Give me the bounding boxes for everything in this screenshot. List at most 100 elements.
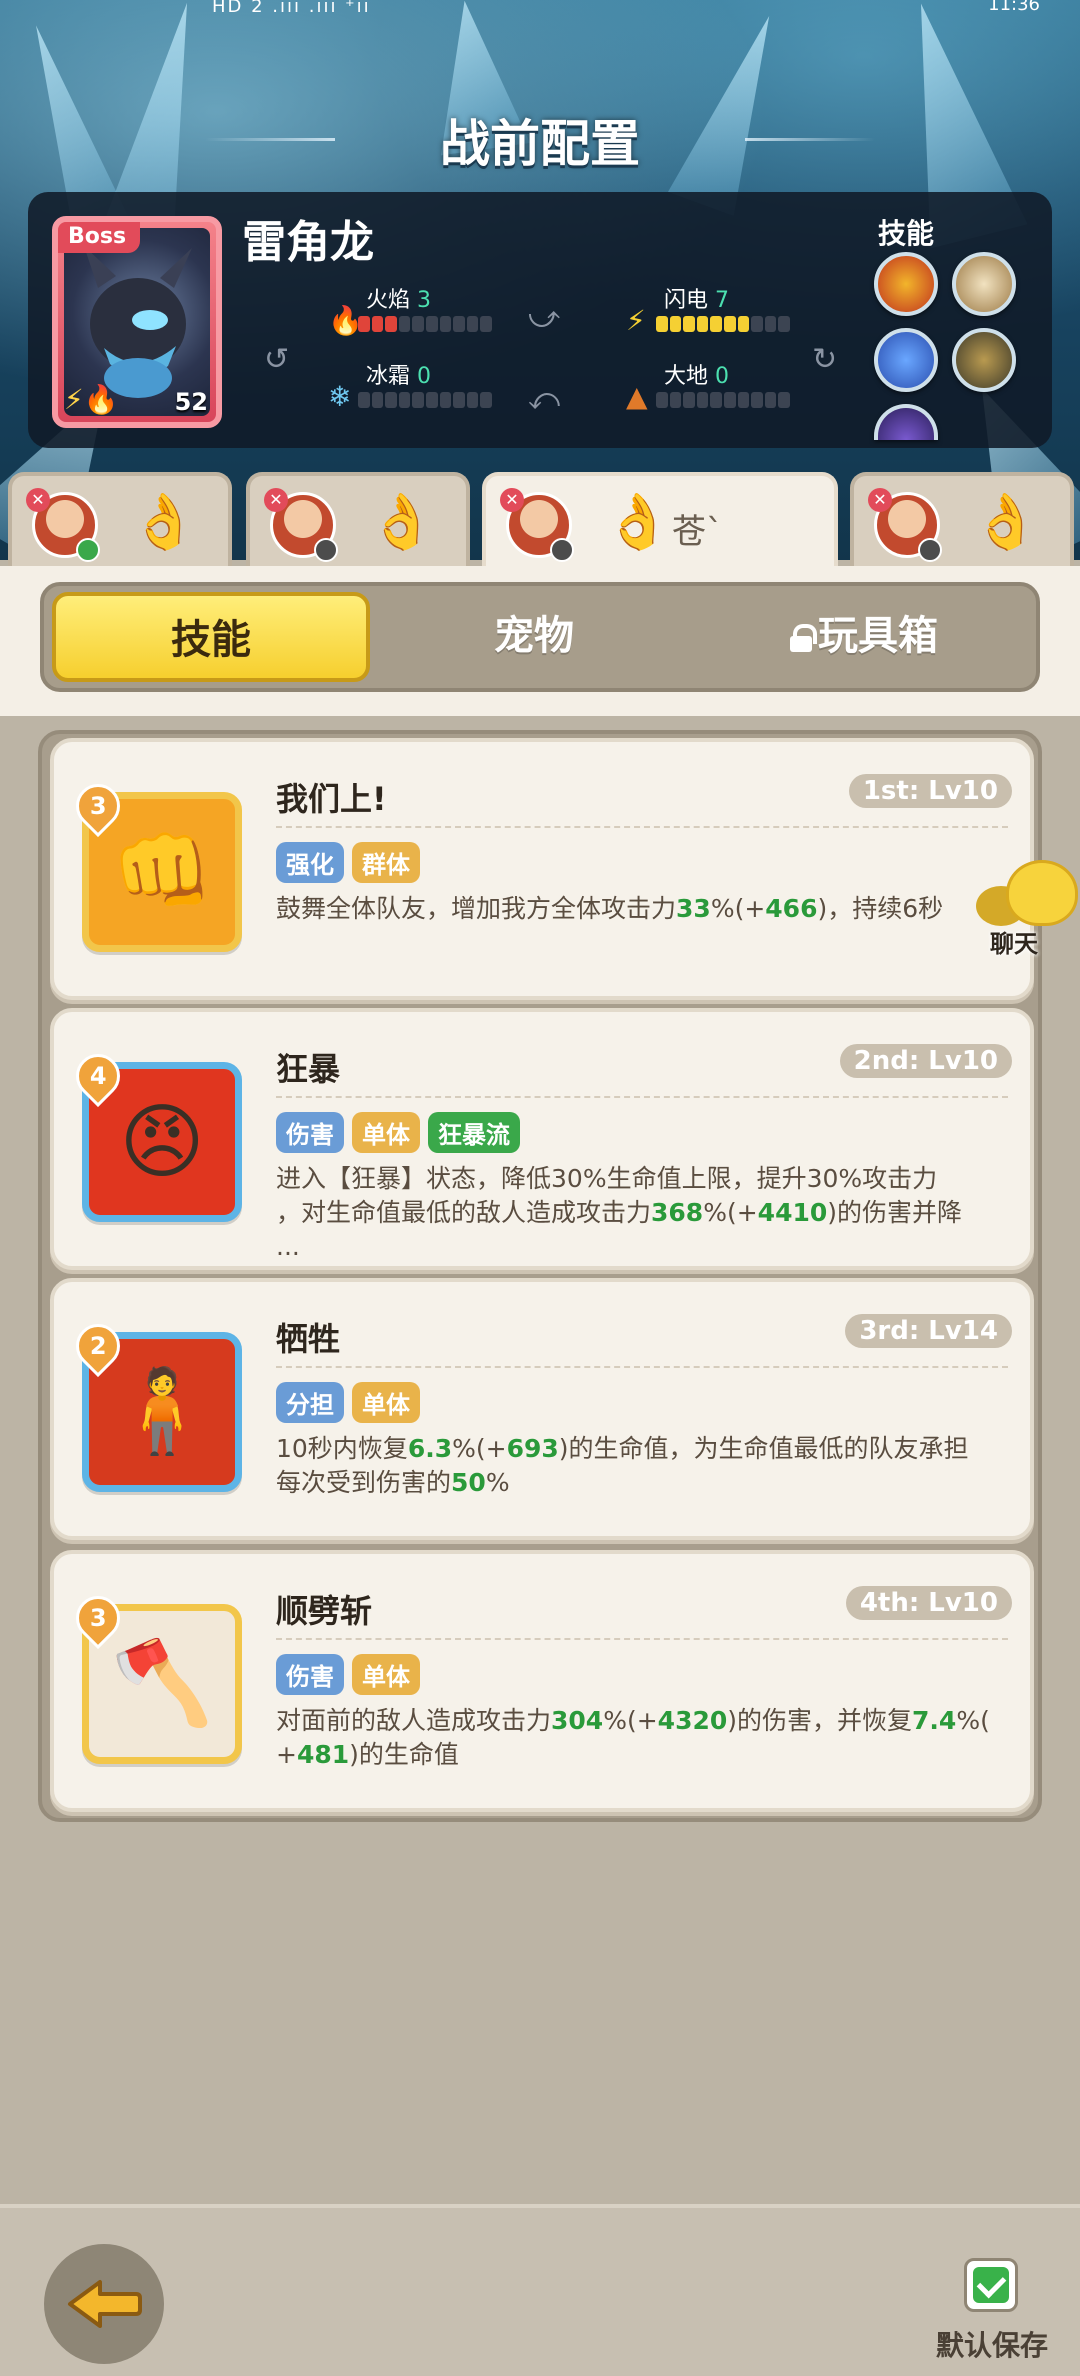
back-arrow-icon (68, 2280, 142, 2328)
cycle-arrow-icon: ↺ (264, 342, 290, 377)
remove-hero-icon[interactable]: ✕ (264, 488, 288, 512)
skill-tags: 伤害 单体 狂暴流 (276, 1112, 520, 1153)
stat-bar-segment (453, 316, 465, 332)
skill-tag: 群体 (352, 842, 420, 883)
skill-tag: 单体 (352, 1112, 420, 1153)
stat-lightning-bar (656, 316, 790, 332)
tab-pets[interactable]: 宠物 (384, 586, 684, 688)
skill-desc-part: 鼓舞全体队友，增加我方全体攻击力 (276, 894, 677, 923)
skill-desc-part: 6.3 (407, 1434, 453, 1463)
skill-desc-part: 466 (765, 894, 818, 923)
stat-bar-segment (710, 392, 722, 408)
remove-hero-icon[interactable]: ✕ (868, 488, 892, 512)
skill-tags: 强化 群体 (276, 842, 420, 883)
skill-card[interactable]: 😠 4 狂暴 2nd: Lv10 伤害 单体 狂暴流 进入【狂暴】状态，降低30%生… (50, 1008, 1034, 1270)
skill-desc-part: 693 (506, 1434, 559, 1463)
skill-desc-part: %(+ (710, 894, 766, 923)
back-button[interactable] (44, 2244, 164, 2364)
stat-bar-segment (466, 316, 479, 332)
swap-arrow-icon: ⤻ (528, 300, 561, 335)
divider (276, 826, 1008, 828)
category-tabs: 技能 宠物 玩具箱 (40, 582, 1040, 692)
boss-skill-lightning-icon[interactable] (874, 328, 938, 392)
boss-level: 52 (174, 388, 208, 416)
stat-earth-value: 0 (715, 364, 730, 389)
boss-skill-shield-icon[interactable] (952, 252, 1016, 316)
stat-bar-segment (398, 392, 411, 408)
stat-bar-segment (480, 316, 492, 332)
chat-label: 聊天 (990, 930, 1038, 958)
skill-tag: 伤害 (276, 1654, 344, 1695)
boss-skill-creature-icon[interactable] (952, 328, 1016, 392)
skill-desc-part: )的伤害，并恢复 (727, 1706, 913, 1735)
skill-desc-part: 4320 (657, 1706, 728, 1735)
remove-hero-icon[interactable]: ✕ (26, 488, 50, 512)
hero-status-icon (550, 538, 574, 562)
skill-card[interactable]: 👊 3 我们上! 1st: Lv10 强化 群体 鼓舞全体队友，增加我方全体攻击力… (50, 738, 1034, 1000)
boss-name: 雷角龙 (242, 217, 374, 268)
hero-status-icon (918, 538, 942, 562)
skill-name: 牺牲 (276, 1320, 341, 1358)
hero-status-icon (76, 538, 100, 562)
skill-slot-level: 1st: Lv10 (848, 774, 1012, 808)
skill-card[interactable]: 🧍 2 牺牲 3rd: Lv14 分担 单体 10秒内恢复6.3%(+693)的生… (50, 1278, 1034, 1540)
lightning-icon: ⚡ (64, 383, 84, 416)
hero-tab-3[interactable]: ✕ 👌 苍` (482, 472, 838, 576)
tab-toybox[interactable]: 玩具箱 (704, 586, 1024, 688)
skill-desc-part: %(+ (452, 1434, 507, 1463)
stat-bar-segment (412, 316, 424, 332)
status-signal: HD 2 .ııı .ııı ⁺ıı (212, 0, 371, 17)
skill-cost: 2 (89, 1332, 107, 1361)
stat-bar-segment (425, 392, 438, 408)
stat-bar-segment (710, 316, 722, 332)
boss-skill-more-icon[interactable] (874, 404, 938, 440)
stat-frost-value: 0 (417, 364, 432, 389)
default-save-label: 默认保存 (935, 2329, 1048, 2362)
skill-desc-part: 7.4 (912, 1706, 957, 1735)
remove-hero-icon[interactable]: ✕ (500, 488, 524, 512)
skill-tag: 伤害 (276, 1112, 344, 1153)
stat-bar-segment (385, 316, 397, 332)
stat-bar-segment (425, 316, 438, 332)
hero-tab-4[interactable]: ✕ 👌 (850, 472, 1074, 572)
boss-portrait-card[interactable]: Boss ⚡🔥 52 (52, 216, 222, 428)
stat-lightning-value: 7 (715, 288, 730, 313)
skill-card[interactable]: 🪓 3 顺劈斩 4th: Lv10 伤害 单体 对面前的敌人造成攻击力304%(+… (50, 1550, 1034, 1812)
skill-desc-part: % (485, 1468, 510, 1497)
footer-bar: 默认保存 (0, 2204, 1080, 2376)
stat-bar-segment (439, 316, 452, 332)
stat-bar-segment (358, 392, 370, 408)
stat-bar-segment (764, 392, 777, 408)
hero-tab-1[interactable]: ✕ 👌 (8, 472, 232, 572)
stat-bar-segment (764, 316, 777, 332)
stat-bar-segment (683, 392, 695, 408)
chat-smiley-icon (1006, 860, 1078, 926)
hand-star-icon: 👌 (368, 490, 436, 553)
default-save-checkbox[interactable] (964, 2258, 1018, 2312)
skill-description: 对面前的敌人造成攻击力304%(+4320)的伤害，并恢复7.4%( +481)… (276, 1704, 1008, 1772)
stat-bar-segment (453, 392, 465, 408)
boss-skills-label: 技能 (877, 217, 934, 250)
skill-cost: 3 (89, 1604, 107, 1633)
divider (276, 1096, 1008, 1098)
skill-desc-part: 33 (676, 894, 711, 923)
stat-bar-segment (371, 392, 384, 408)
stat-bar-segment (778, 392, 790, 408)
stat-bar-segment (669, 316, 682, 332)
hand-star-icon: 👌 (604, 490, 672, 553)
skill-tag: 强化 (276, 842, 344, 883)
stat-bar-segment (656, 316, 668, 332)
stat-fire-label: 火焰 (366, 288, 411, 313)
boss-element-icons: ⚡🔥 (64, 383, 119, 416)
skill-desc-part: 对面前的敌人造成攻击力 (276, 1706, 552, 1735)
hand-star-icon: 👌 (972, 490, 1040, 553)
tab-skills[interactable]: 技能 (52, 592, 370, 682)
stat-fire-bar (358, 316, 492, 332)
boss-badge: Boss (58, 222, 141, 253)
mountain-icon: ▲ (626, 380, 648, 413)
boss-skill-fire-fist-icon[interactable] (874, 252, 938, 316)
chat-button[interactable]: 聊天 (976, 860, 1078, 960)
hero-tab-2[interactable]: ✕ 👌 (246, 472, 470, 572)
stat-frost-label: 冰霜 (366, 364, 411, 389)
stat-bar-segment (466, 392, 479, 408)
